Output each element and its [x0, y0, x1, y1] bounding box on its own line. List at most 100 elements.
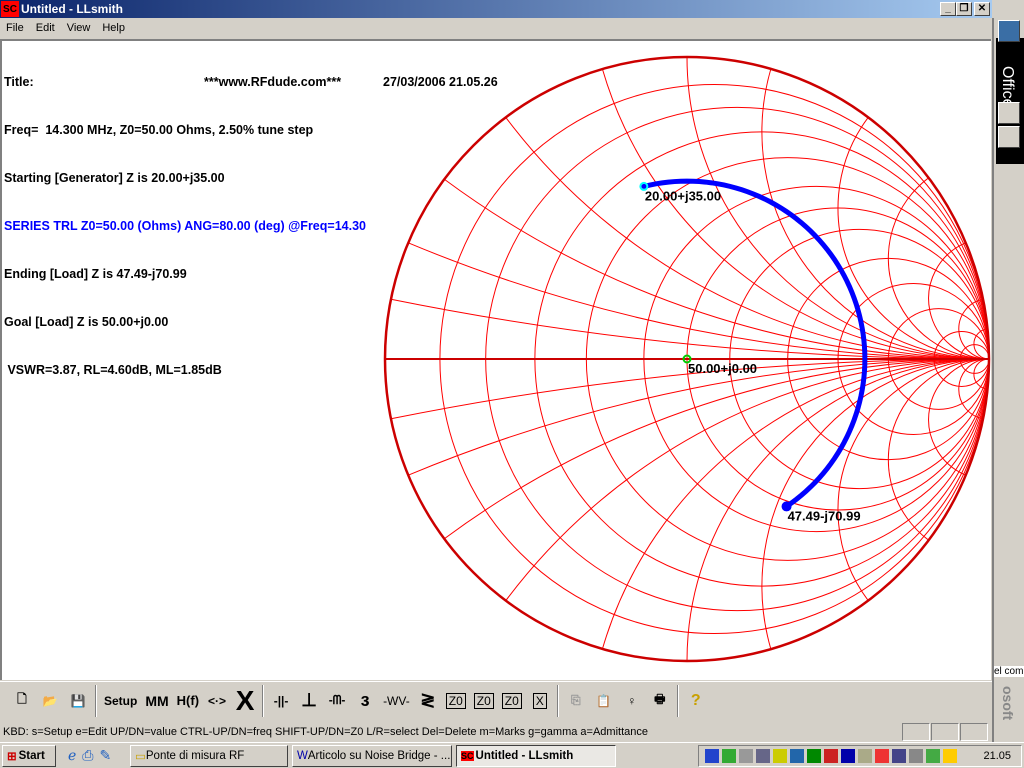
marker-label: 20.00+j35.00	[645, 188, 721, 203]
tray-icon[interactable]	[722, 749, 736, 763]
title-bar: SC Untitled - LLsmith _ ❐ ✕	[0, 0, 992, 18]
delete-element-button[interactable]: X	[231, 685, 259, 716]
open-document-icon[interactable]	[998, 126, 1020, 148]
new-document-icon[interactable]	[998, 102, 1020, 124]
background-text: osoft	[1000, 686, 1016, 721]
start-label: Start	[18, 749, 45, 762]
restore-button[interactable]: ❐	[956, 2, 972, 16]
tray-icon[interactable]	[875, 749, 889, 763]
marker-icon[interactable]: ♀	[618, 686, 646, 716]
toolbar: 🗋 📂 💾 Setup MM H(f) <·> X -||- ⊥ -ᗰ- ɜ -…	[0, 681, 992, 719]
task-ponte[interactable]: ▭ Ponte di misura RF	[130, 744, 288, 767]
minimize-button[interactable]: _	[940, 2, 956, 16]
open-folder-icon[interactable]: 📂	[36, 686, 64, 716]
series-inductor-button[interactable]: -ᗰ-	[323, 686, 351, 716]
separator	[676, 684, 679, 717]
separator	[556, 684, 559, 717]
language-icon[interactable]	[841, 749, 855, 763]
network-icon[interactable]	[756, 749, 770, 763]
shunt-capacitor-button[interactable]: ⊥	[295, 686, 323, 716]
menu-bar: File Edit View Help	[0, 18, 992, 38]
folder-icon: ▭	[135, 750, 146, 763]
notepad-icon[interactable]: ✎	[100, 747, 112, 764]
separator	[262, 684, 265, 717]
menu-file[interactable]: File	[0, 22, 30, 34]
tray-icon[interactable]	[909, 749, 923, 763]
volume-icon[interactable]	[739, 749, 753, 763]
setup-button[interactable]: Setup	[100, 686, 141, 716]
office-app-icon[interactable]	[998, 20, 1020, 42]
tray-icon[interactable]	[773, 749, 787, 763]
shorted-stub-button[interactable]: Z0	[470, 686, 498, 716]
quick-launch: ℯ ⎙ ✎	[60, 747, 130, 764]
copy-icon[interactable]: ⎘	[562, 686, 590, 716]
windows-logo-icon: ⊞	[7, 750, 17, 763]
status-bar: KBD: s=Setup e=Edit UP/DN=value CTRL-UP/…	[0, 721, 992, 742]
save-icon[interactable]: 💾	[64, 686, 92, 716]
task-label: Ponte di misura RF	[145, 749, 245, 762]
title-label: Title:	[4, 75, 34, 89]
menu-help[interactable]: Help	[96, 22, 131, 34]
series-resistor-button[interactable]: -WV-	[379, 686, 414, 716]
task-llsmith[interactable]: SC Untitled - LLsmith	[456, 744, 616, 767]
internet-explorer-icon[interactable]: ℯ	[68, 747, 76, 764]
help-icon[interactable]: ?	[682, 686, 710, 716]
status-pane	[960, 723, 988, 741]
freq-line: Freq= 14.300 MHz, Z0=50.00 Ohms, 2.50% t…	[4, 123, 314, 137]
taskbar: ⊞ Start ℯ ⎙ ✎ ▭ Ponte di misura RF W Artico…	[0, 742, 1024, 768]
shunt-inductor-button[interactable]: ɜ	[351, 686, 379, 716]
element-line[interactable]: SERIES TRL Z0=50.00 (Ohms) ANG=80.00 (de…	[4, 218, 366, 234]
task-label: Untitled - LLsmith	[475, 749, 574, 762]
system-tray: 21.05	[698, 745, 1022, 767]
swap-button[interactable]: <·>	[203, 686, 231, 716]
paste-icon[interactable]: 📋	[590, 686, 618, 716]
llsmith-icon: SC	[461, 750, 474, 761]
status-pane	[931, 723, 959, 741]
series-line-label: Z0	[445, 692, 466, 709]
app-icon: SC	[1, 1, 19, 17]
custom-element-label: X	[532, 692, 547, 709]
end-impedance-line: Ending [Load] Z is 47.49-j70.99	[4, 267, 187, 281]
tray-icon[interactable]	[892, 749, 906, 763]
start-button[interactable]: ⊞ Start	[2, 744, 56, 767]
window-title: Untitled - LLsmith	[21, 2, 123, 16]
series-line-button[interactable]: Z0	[442, 686, 470, 716]
marker-label: 50.00+j0.00	[688, 361, 757, 376]
shorted-stub-label: Z0	[473, 692, 494, 709]
marker-label: 47.49-j70.99	[788, 508, 861, 523]
new-file-icon[interactable]: 🗋	[8, 686, 36, 716]
series-capacitor-button[interactable]: -||-	[267, 686, 295, 716]
shunt-resistor-button[interactable]: ≷	[414, 686, 442, 716]
impedance-trace	[641, 178, 868, 509]
desktop-icon[interactable]: ⎙	[82, 747, 93, 764]
tray-icon[interactable]	[858, 749, 872, 763]
hf-button[interactable]: H(f)	[173, 686, 203, 716]
close-button[interactable]: ✕	[974, 2, 990, 16]
smith-chart-area[interactable]: 20.00+j35.00 50.00+j0.00 47.49-j70.99 Titl…	[0, 39, 991, 680]
background-text: el com	[994, 666, 1024, 677]
info-panel: Title: ***www.RFdude.com*** 27/03/2006 21.…	[4, 42, 498, 410]
open-stub-button[interactable]: Z0	[498, 686, 526, 716]
custom-element-button[interactable]: X	[526, 686, 554, 716]
site-label: ***www.RFdude.com***	[204, 75, 342, 89]
tray-icon[interactable]	[705, 749, 719, 763]
task-articolo[interactable]: W Articolo su Noise Bridge - ...	[292, 744, 452, 767]
menu-edit[interactable]: Edit	[30, 22, 61, 34]
start-impedance-line: Starting [Generator] Z is 20.00+j35.00	[4, 171, 225, 185]
goal-impedance-line: Goal [Load] Z is 50.00+j0.00	[4, 315, 169, 329]
office-shortcut-bar: Office el com osoft	[992, 18, 1024, 742]
mm-button[interactable]: MM	[141, 686, 172, 716]
datetime: 27/03/2006 21.05.26	[383, 75, 498, 89]
tray-icon[interactable]	[807, 749, 821, 763]
word-icon: W	[297, 749, 308, 762]
task-label: Articolo su Noise Bridge - ...	[307, 749, 451, 762]
menu-view[interactable]: View	[61, 22, 97, 34]
tray-icon[interactable]	[824, 749, 838, 763]
vswr-line: VSWR=3.87, RL=4.60dB, ML=1.85dB	[4, 363, 222, 377]
tray-icon[interactable]	[943, 749, 957, 763]
print-icon[interactable]: 🖶	[646, 686, 674, 716]
tray-icon[interactable]	[790, 749, 804, 763]
keyboard-help: KBD: s=Setup e=Edit UP/DN=value CTRL-UP/…	[3, 725, 648, 738]
tray-icon[interactable]	[926, 749, 940, 763]
open-stub-label: Z0	[501, 692, 522, 709]
